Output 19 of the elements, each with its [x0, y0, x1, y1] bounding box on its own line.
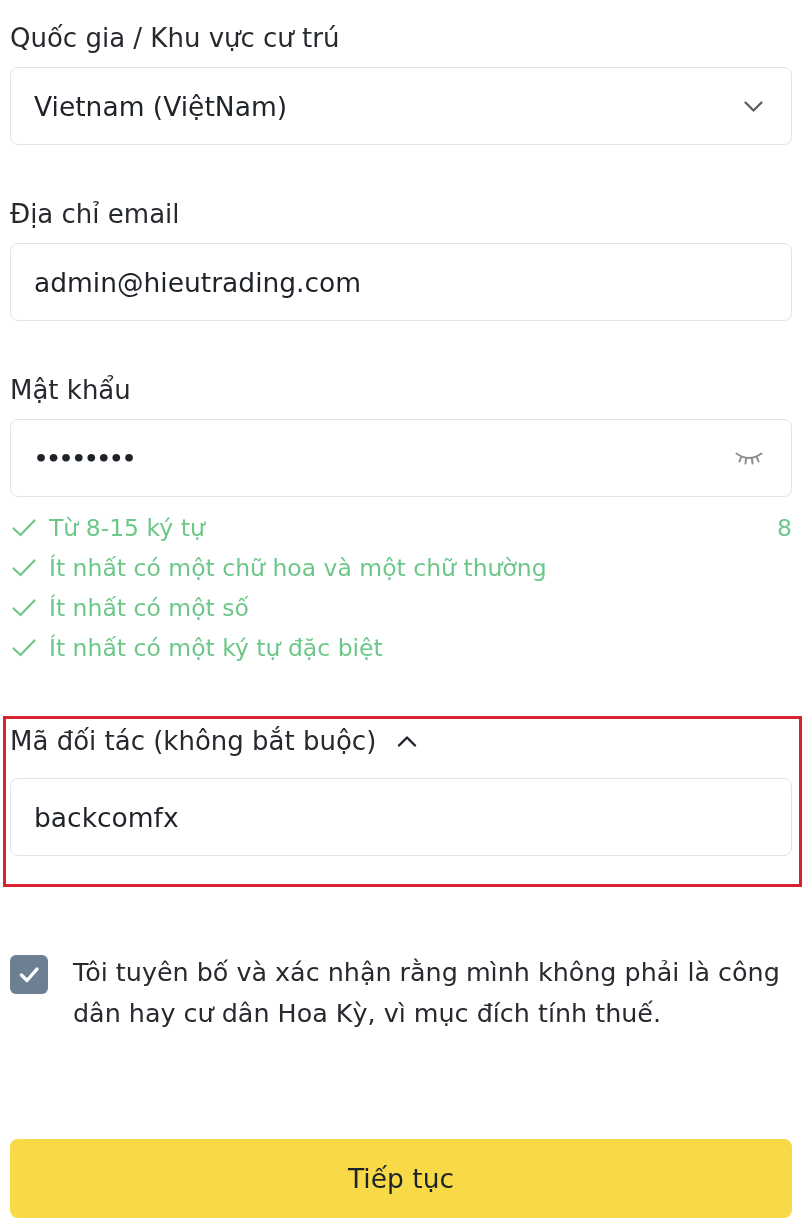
password-rule-text: Từ 8-15 ký tự [49, 514, 205, 542]
referral-code-field[interactable]: backcomfx [10, 778, 792, 856]
field-label: Địa chỉ email [10, 198, 180, 230]
country-select[interactable]: Vietnam (ViệtNam) [10, 67, 792, 145]
field-label: Mật khẩu [10, 374, 131, 406]
character-count: 8 [777, 514, 792, 542]
referral-label: Mã đối tác (không bắt buộc) [10, 725, 377, 757]
email-field[interactable]: admin@hieutrading.com [10, 243, 792, 321]
chevron-down-icon [744, 100, 763, 112]
password-rule-text: Ít nhất có một ký tự đặc biệt [49, 634, 383, 662]
password-rule-text: Ít nhất có một chữ hoa và một chữ thường [49, 554, 547, 582]
field-label: Quốc gia / Khu vực cư trú [10, 22, 340, 54]
eye-closed-icon[interactable] [735, 451, 763, 465]
chevron-up-icon[interactable] [397, 735, 418, 747]
checkbox[interactable] [10, 955, 48, 994]
continue-button[interactable]: Tiếp tục [10, 1139, 792, 1218]
declaration-text: Tôi tuyên bố và xác nhận rằng mình không phải là công dân hay cư dân Hoa Kỳ, vì mục đích tính thuế. [73, 956, 781, 1030]
password-rule-text: Ít nhất có một số [49, 594, 249, 622]
password-field[interactable]: •••••••• [10, 419, 792, 497]
